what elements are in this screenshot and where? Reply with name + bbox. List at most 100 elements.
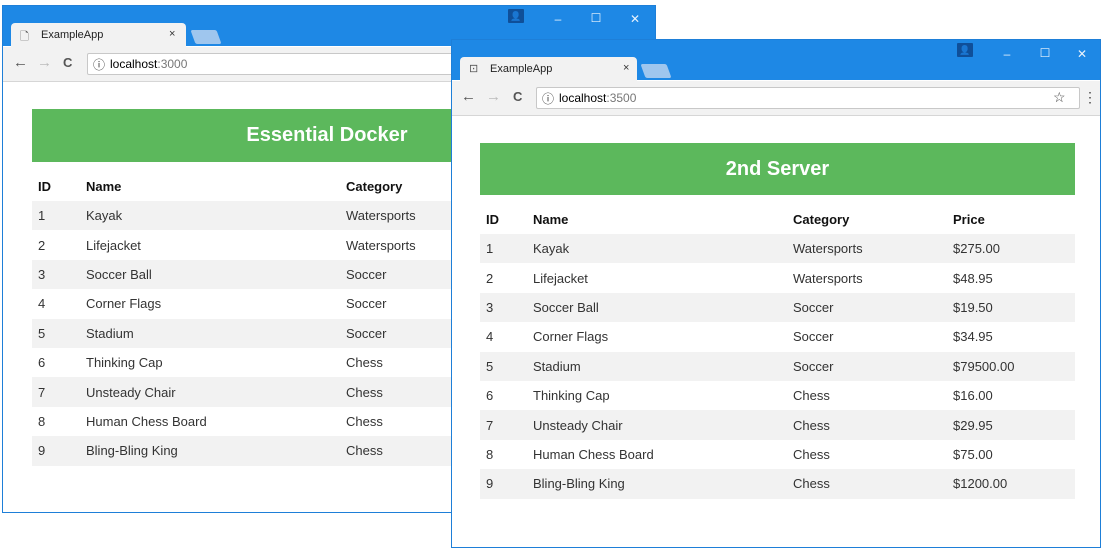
table-cell: Thinking Cap <box>86 355 163 371</box>
table-header-row: ID Name Category Price <box>480 204 1075 234</box>
toolbar: ← → C ⓘ localhost:3500 ☆ ⋮ <box>452 81 1100 116</box>
info-icon: ⓘ <box>93 58 106 72</box>
table-cell: Lifejacket <box>86 237 141 253</box>
table-cell: Soccer Ball <box>80 259 340 290</box>
table-cell: 9 <box>480 469 527 499</box>
table-cell: 7 <box>32 377 80 407</box>
table-cell: Watersports <box>793 270 863 286</box>
table-cell: $19.50 <box>947 292 1075 323</box>
table-cell: 5 <box>32 318 80 348</box>
table-cell: $79500.00 <box>947 351 1075 381</box>
profile-icon[interactable]: 👤 <box>957 43 973 57</box>
table-cell: 3 <box>32 259 80 290</box>
table-cell: $16.00 <box>953 388 993 404</box>
minimize-button[interactable]: – <box>548 12 568 26</box>
column-header: ID <box>38 178 51 194</box>
table-row: 9 Bling-Bling King Chess $1200.00 <box>480 469 1075 499</box>
table-cell: $275.00 <box>947 234 1075 264</box>
page-title: 2nd Server <box>480 143 1075 195</box>
tab-title: ExampleApp <box>41 29 104 41</box>
table-cell: 6 <box>38 355 46 371</box>
table-cell: Stadium <box>80 318 340 348</box>
column-header: ID <box>486 211 499 227</box>
forward-icon[interactable]: → <box>486 88 501 105</box>
table-cell: Watersports <box>787 234 947 264</box>
tab-exampleapp[interactable]: 🗋 ExampleApp × <box>11 23 186 47</box>
url-text: localhost:3500 <box>559 91 637 105</box>
table-cell: Unsteady Chair <box>80 377 340 407</box>
table-cell: Chess <box>787 410 947 440</box>
close-button[interactable]: ✕ <box>625 12 645 26</box>
table-row: 7 Unsteady Chair Chess $29.95 <box>480 410 1075 440</box>
table-cell: Bling-Bling King <box>527 469 787 499</box>
tab-exampleapp[interactable]: ⊡ ExampleApp × <box>460 57 637 81</box>
table-cell: 8 <box>486 446 494 462</box>
table-row: 3 Soccer Ball Soccer $19.50 <box>480 292 1075 323</box>
back-icon[interactable]: ← <box>461 88 476 105</box>
table-cell: Soccer <box>787 351 947 381</box>
table-cell: 4 <box>486 329 494 345</box>
tab-title: ExampleApp <box>490 63 553 75</box>
reload-icon[interactable]: C <box>63 55 72 70</box>
table-row: 8 Human Chess Board Chess $75.00 <box>480 440 1075 469</box>
table-cell: 8 <box>38 413 46 429</box>
table-cell: Chess <box>787 469 947 499</box>
reload-icon[interactable]: C <box>513 89 522 104</box>
profile-icon[interactable]: 👤 <box>508 9 524 23</box>
back-icon[interactable]: ← <box>13 54 28 71</box>
table-row: 1 Kayak Watersports $275.00 <box>480 234 1075 264</box>
table-cell: Stadium <box>527 351 787 381</box>
media-icon: ⊡ <box>469 63 479 75</box>
bookmark-star-icon[interactable]: ☆ <box>1053 89 1066 106</box>
close-button[interactable]: ✕ <box>1072 47 1092 61</box>
column-header: Category <box>793 211 850 227</box>
table-cell: 1 <box>480 234 527 264</box>
table-cell: $1200.00 <box>947 469 1075 499</box>
table-cell: 1 <box>32 201 80 231</box>
info-icon: ⓘ <box>542 92 555 106</box>
table-row: 2 Lifejacket Watersports $48.95 <box>480 263 1075 292</box>
forward-icon[interactable]: → <box>37 54 52 71</box>
table-cell: Corner Flags <box>533 329 609 345</box>
table-cell: $75.00 <box>953 446 993 462</box>
table-cell: Bling-Bling King <box>80 436 340 466</box>
table-cell: 2 <box>486 270 494 286</box>
table-cell: Corner Flags <box>86 296 162 312</box>
url-text: localhost:3000 <box>110 57 188 71</box>
column-header: Name <box>86 178 122 194</box>
table-cell: Human Chess Board <box>533 446 654 462</box>
document-icon: 🗋 <box>20 31 29 43</box>
table-row: 6 Thinking Cap Chess $16.00 <box>480 381 1075 410</box>
tab-close-icon[interactable]: × <box>169 28 175 40</box>
table-cell: 3 <box>480 292 527 323</box>
column-header: Name <box>533 211 569 227</box>
table-cell: Soccer Ball <box>527 292 787 323</box>
menu-icon[interactable]: ⋮ <box>1083 89 1097 106</box>
table-cell: Kayak <box>527 234 787 264</box>
table-cell: Soccer <box>787 292 947 323</box>
table-cell: 4 <box>38 296 46 312</box>
table-cell: Chess <box>793 446 830 462</box>
table-cell: Unsteady Chair <box>527 410 787 440</box>
table-cell: $29.95 <box>947 410 1075 440</box>
table-cell: 2 <box>38 237 46 253</box>
table-cell: $48.95 <box>953 270 993 286</box>
minimize-button[interactable]: – <box>997 47 1017 61</box>
table-cell: 9 <box>32 436 80 466</box>
new-tab-button[interactable] <box>190 30 222 44</box>
maximize-button[interactable]: ☐ <box>1035 46 1055 60</box>
products-table: ID Name Category Price 1 Kayak Watersports… <box>480 204 1075 499</box>
table-cell: Kayak <box>80 201 340 231</box>
table-cell: 6 <box>486 388 494 404</box>
table-cell: Chess <box>793 388 830 404</box>
address-bar[interactable]: ⓘ localhost:3500 <box>536 87 1080 109</box>
tab-close-icon[interactable]: × <box>623 62 629 74</box>
address-bar[interactable]: ⓘ localhost:3000 <box>87 53 467 75</box>
table-cell: 5 <box>480 351 527 381</box>
table-cell: $34.95 <box>953 329 993 345</box>
table-row: 4 Corner Flags Soccer $34.95 <box>480 322 1075 351</box>
column-header: Price <box>953 211 985 227</box>
new-tab-button[interactable] <box>640 64 672 78</box>
table-cell: 7 <box>480 410 527 440</box>
maximize-button[interactable]: ☐ <box>586 11 606 25</box>
